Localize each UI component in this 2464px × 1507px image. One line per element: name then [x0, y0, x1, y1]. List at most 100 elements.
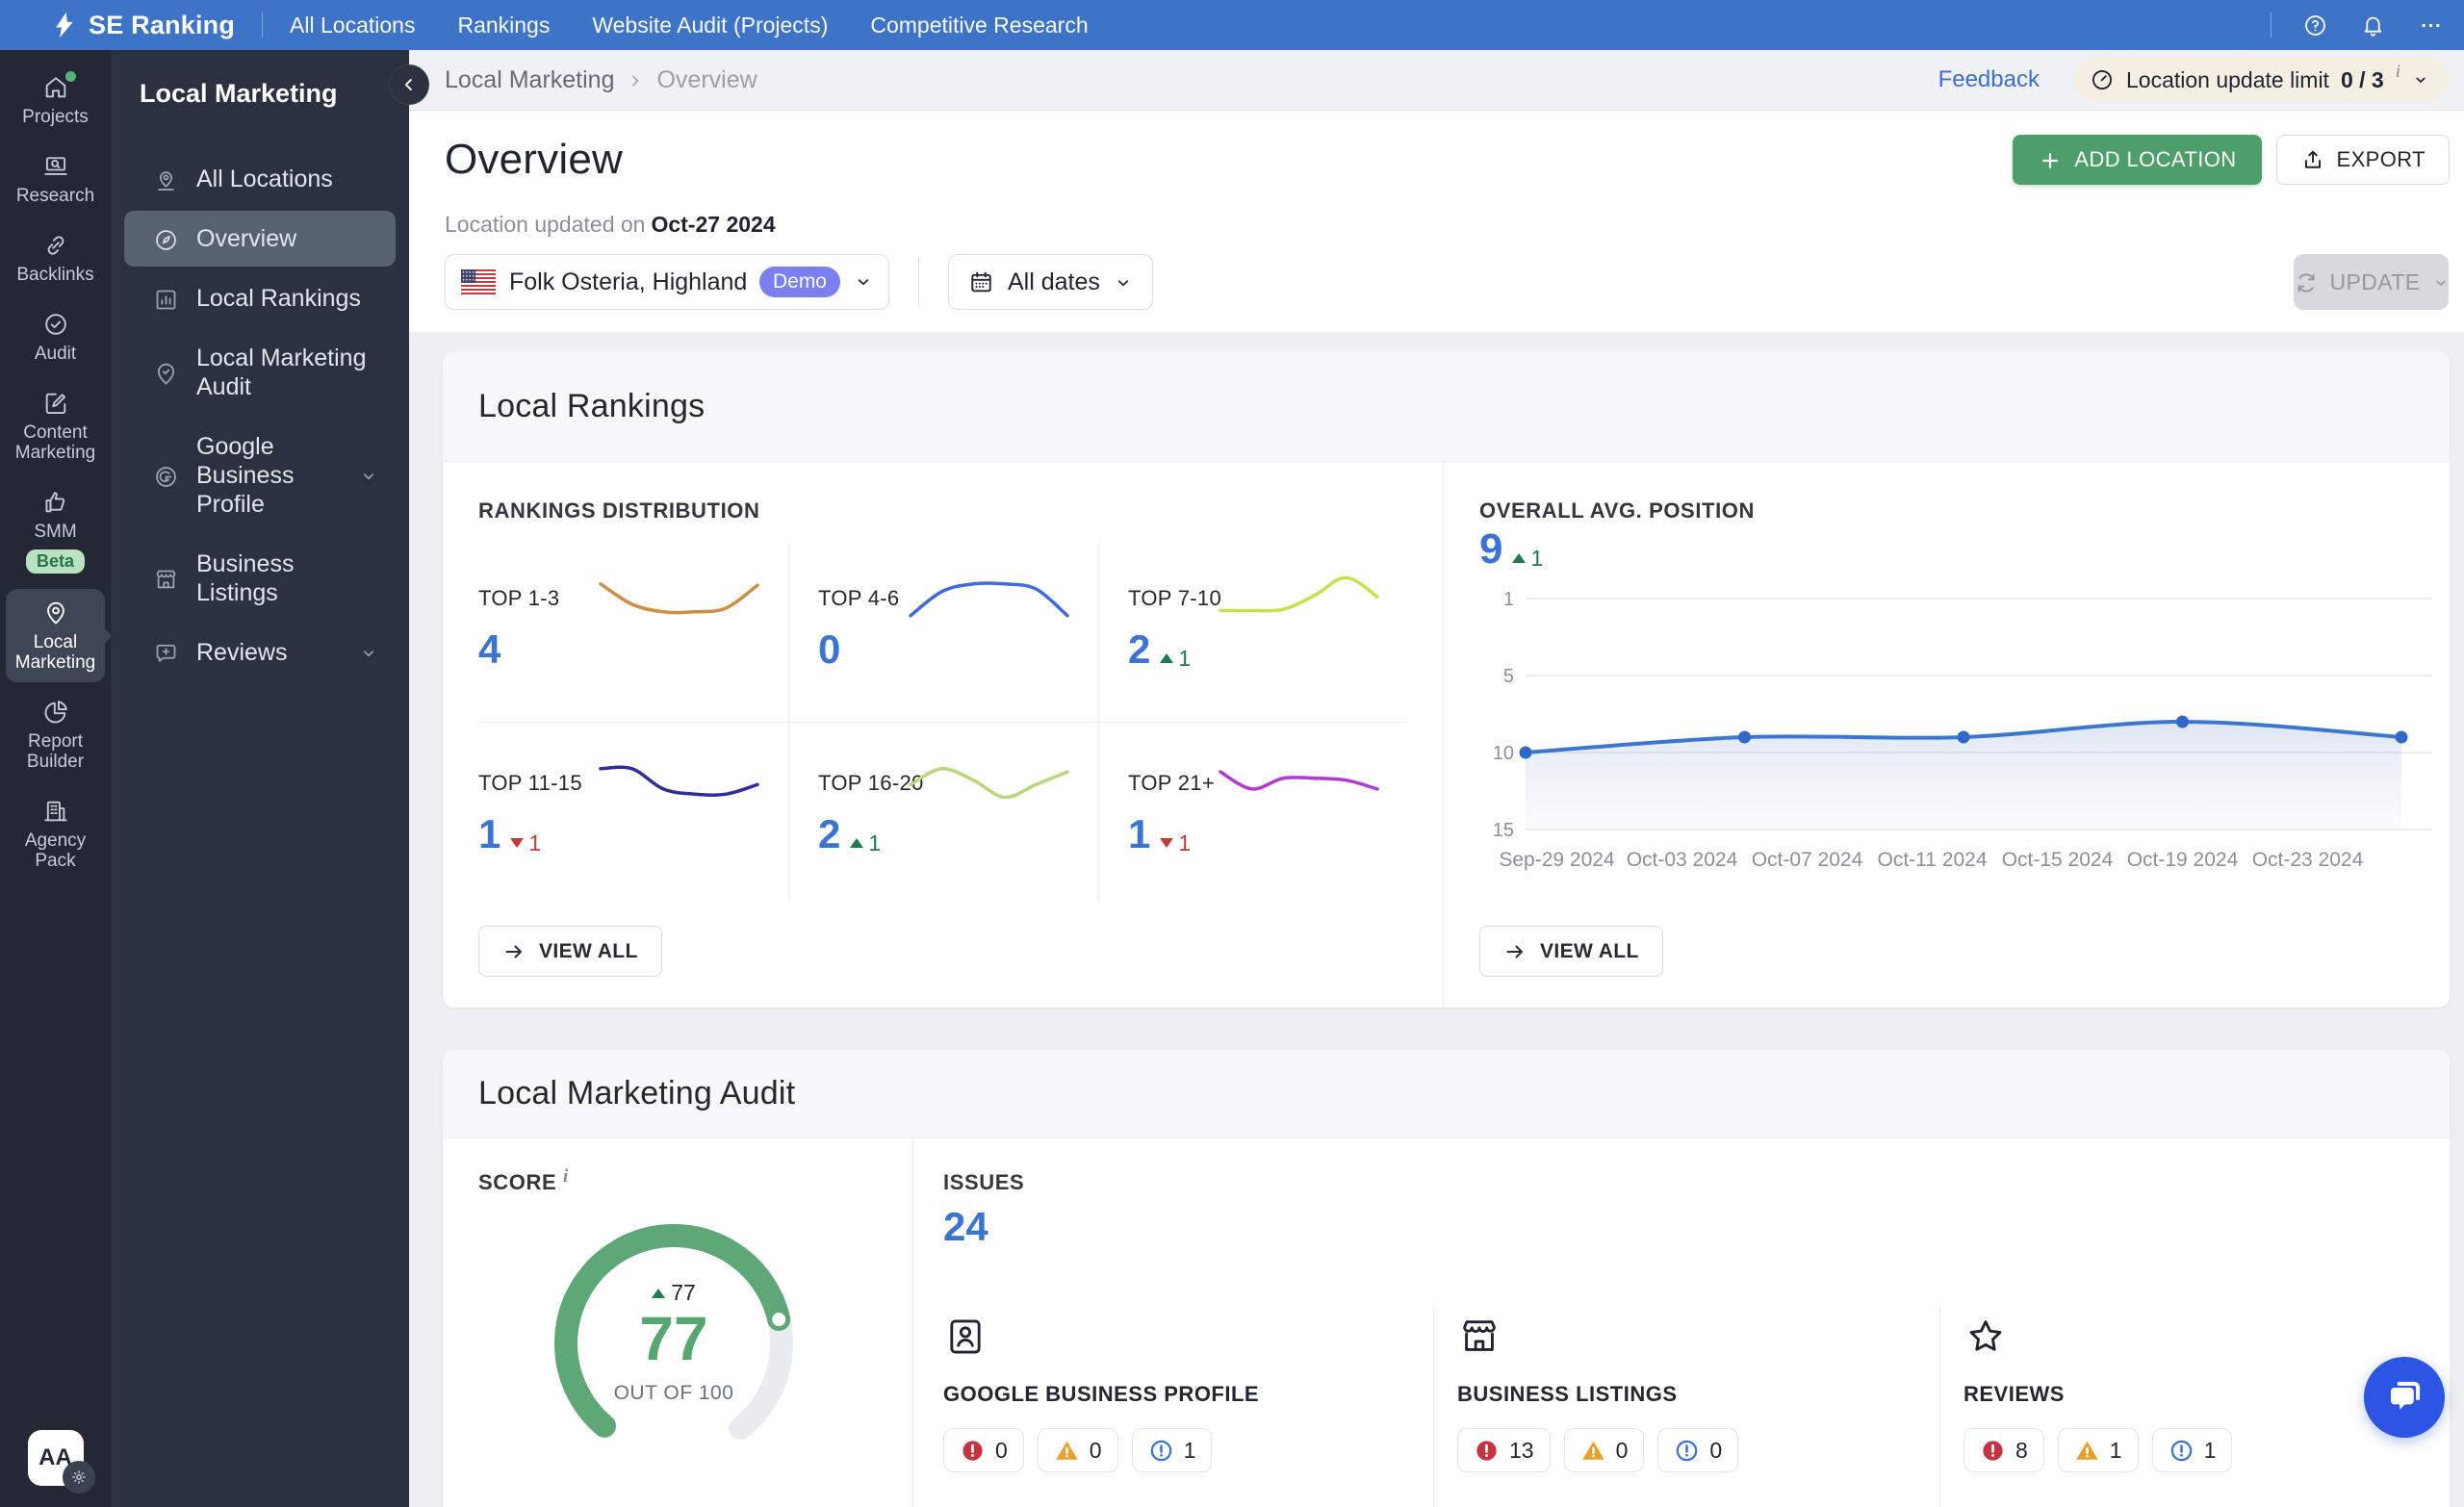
chat-widget-button[interactable] [2364, 1357, 2445, 1438]
sidebar-item-overview[interactable]: Overview [124, 211, 396, 267]
location-selector[interactable]: Folk Osteria, Highland Dr., Holl... Demo [445, 254, 889, 310]
ranking-range-label: TOP 7-10 [1128, 586, 1221, 610]
rail-item-local-marketing[interactable]: Local Marketing [6, 589, 105, 682]
sidebar-item-local-marketing-audit[interactable]: Local Marketing Audit [124, 330, 396, 415]
limit-label: Location update limit [2125, 66, 2329, 92]
top-navigation-bar: SE Ranking All Locations Rankings Website … [0, 0, 2464, 50]
errors-badge[interactable]: 0 [943, 1428, 1024, 1472]
svg-text:5: 5 [1503, 666, 1514, 687]
notices-badge[interactable]: 0 [1657, 1428, 1739, 1472]
warnings-badge[interactable]: 1 [2057, 1428, 2139, 1472]
ranking-cell-top-21+: TOP 21+ 1 1 [1098, 722, 1408, 900]
settings-gear-icon[interactable] [62, 1461, 95, 1494]
brand-name: SE Ranking [89, 10, 236, 39]
update-button[interactable]: UPDATE [2294, 254, 2449, 310]
ranking-count: 4 [478, 626, 501, 672]
rail-item-projects[interactable]: Projects [6, 64, 105, 137]
issue-groups: GOOGLE BUSINESS PROFILE 0 0 1 BUSINESS LISTI… [943, 1307, 2450, 1507]
personcard-icon [943, 1315, 1433, 1359]
location-updated-line: Location updated on Oct-27 2024 [445, 212, 776, 238]
warnings-count: 0 [1089, 1437, 1102, 1463]
sidebar-item-all-locations[interactable]: All Locations [124, 151, 396, 207]
warn-icon [1054, 1437, 1080, 1464]
ranking-range-label: TOP 21+ [1128, 771, 1215, 795]
notices-badge[interactable]: 1 [1131, 1428, 1213, 1472]
ranking-cell-top-1-3: TOP 1-3 4 [478, 544, 788, 722]
rail-item-report-builder[interactable]: Report Builder [6, 688, 105, 781]
ranking-count: 2 [1128, 626, 1151, 672]
rail-item-backlinks[interactable]: Backlinks [6, 221, 105, 294]
notices-badge[interactable]: 1 [2151, 1428, 2233, 1472]
brand[interactable]: SE Ranking [0, 11, 235, 40]
svg-text:Oct-15 2024: Oct-15 2024 [2002, 849, 2114, 871]
card-header: Local Marketing Audit [443, 1050, 2450, 1138]
sidebar-item-business-listings[interactable]: Business Listings [124, 536, 396, 621]
rail-item-label: Backlinks [16, 265, 94, 285]
ranking-count: 1 [478, 811, 501, 856]
location-update-limit-pill[interactable]: Location update limit 0 / 3 i [2073, 58, 2449, 102]
sidebar-collapse-button[interactable] [389, 64, 429, 105]
sidebar-item-label: Overview [196, 225, 297, 252]
top-nav-item-rankings[interactable]: Rankings [457, 13, 550, 38]
update-label: UPDATE [2329, 268, 2421, 294]
rail-item-agency-pack[interactable]: Agency Pack [6, 787, 105, 881]
sidebar-item-google-business-profile[interactable]: Google Business Profile [124, 419, 396, 532]
rail-item-content-marketing[interactable]: Content Marketing [6, 379, 105, 473]
info-marker: i [2395, 62, 2400, 82]
chevron-down-icon [854, 272, 873, 292]
rail-item-label: Agency Pack [24, 830, 87, 871]
avg-position-value: 9 [1479, 525, 1503, 573]
rail-item-research[interactable]: Research [6, 142, 105, 216]
svg-text:Sep-29 2024: Sep-29 2024 [1499, 849, 1615, 871]
se-ranking-logo-icon [50, 11, 79, 39]
date-range-selector[interactable]: All dates [948, 254, 1153, 310]
sparkline-chart [1219, 770, 1379, 791]
avg-position-metric: 9 1 [1479, 525, 1543, 574]
issue-badges: 0 0 1 [943, 1428, 1433, 1472]
beta-badge: Beta [25, 549, 85, 574]
rail-item-label: Audit [34, 344, 77, 364]
sidebar-item-reviews[interactable]: Reviews [124, 625, 396, 680]
notifications-bell-icon[interactable] [2356, 9, 2389, 41]
module-rail: Projects Research Backlinks Audit Content Ma… [0, 50, 111, 1507]
ranking-cell-top-11-15: TOP 11-15 1 1 [478, 722, 788, 900]
top-nav-item-website-audit-projects-[interactable]: Website Audit (Projects) [592, 13, 828, 38]
help-icon[interactable] [2298, 9, 2331, 41]
svg-text:Oct-03 2024: Oct-03 2024 [1627, 849, 1738, 871]
score-gauge-chart: 77 77 OUT OF 100 [529, 1199, 818, 1488]
ranking-delta: 1 [1160, 830, 1191, 856]
warnings-badge[interactable]: 0 [1563, 1428, 1645, 1472]
view-all-positions-button[interactable]: VIEW ALL [1479, 926, 1663, 977]
chevron-down-icon [359, 461, 378, 490]
warnings-count: 1 [2109, 1437, 2122, 1463]
chevron-down-icon [1114, 268, 1133, 296]
feedback-link[interactable]: Feedback [1938, 66, 2040, 93]
add-location-button[interactable]: ADD LOCATION [2013, 135, 2262, 185]
rail-item-audit[interactable]: Audit [6, 300, 105, 373]
breadcrumb-parent[interactable]: Local Marketing [445, 66, 614, 94]
ranking-range-label: TOP 1-3 [478, 586, 560, 610]
sidebar-title: Local Marketing [140, 79, 338, 108]
chevron-down-icon [2432, 269, 2450, 295]
home-icon [42, 71, 76, 101]
issues-count: 24 [943, 1204, 988, 1249]
ranking-value-row: 11 [1128, 811, 1191, 857]
errors-badge[interactable]: 8 [1964, 1428, 2044, 1472]
top-nav-item-all-locations[interactable]: All Locations [290, 13, 415, 38]
warnings-badge[interactable]: 0 [1037, 1428, 1118, 1472]
demo-badge: Demo [758, 267, 840, 297]
more-menu-icon[interactable] [2414, 9, 2447, 41]
delta-down-icon [510, 838, 525, 848]
main-content: Local Marketing Overview Feedback Locati… [409, 50, 2464, 1507]
errors-badge[interactable]: 13 [1457, 1428, 1551, 1472]
issue-group-name: BUSINESS LISTINGS [1457, 1382, 1678, 1406]
sidebar-item-local-rankings[interactable]: Local Rankings [124, 270, 396, 326]
top-nav-item-competitive-research[interactable]: Competitive Research [870, 13, 1088, 38]
rail-item-smm[interactable]: SMM Beta [6, 478, 105, 583]
view-all-rankings-button[interactable]: VIEW ALL [478, 926, 662, 977]
notice-icon [1148, 1437, 1174, 1464]
rankings-distribution-panel: RANKINGS DISTRIBUTION TOP 1-3 4 TOP 4-6 0 TO… [443, 462, 1444, 1007]
export-button[interactable]: EXPORT [2275, 135, 2450, 185]
notices-count: 0 [1709, 1437, 1723, 1463]
ranking-value-row: 4 [478, 626, 500, 673]
